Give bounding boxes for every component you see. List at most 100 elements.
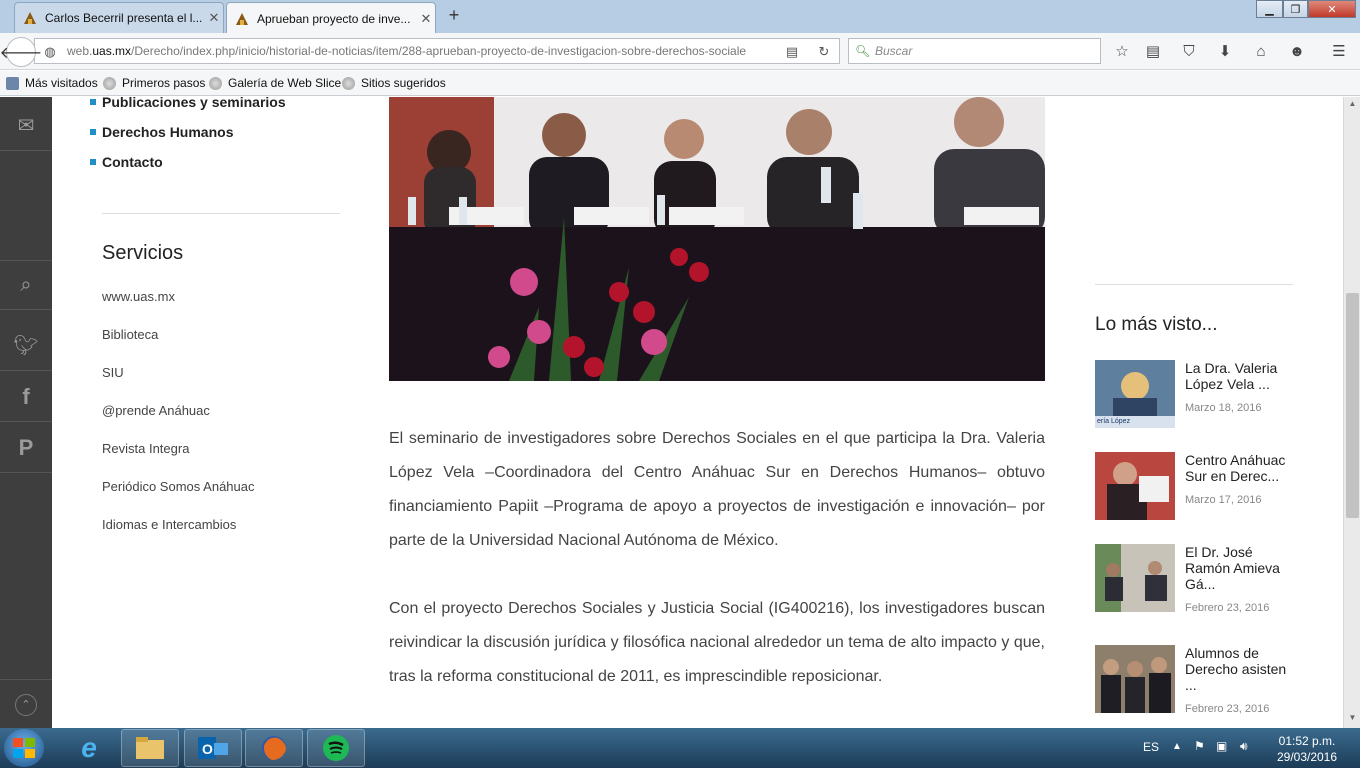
article-photo	[389, 97, 1045, 381]
back-button[interactable]: 🡐	[0, 37, 42, 67]
outlook-icon[interactable]: O	[184, 729, 242, 767]
twitter-icon[interactable]: 🐦︎	[0, 321, 52, 371]
news-thumbnail	[1095, 544, 1175, 612]
bullet-icon	[90, 159, 96, 165]
home-icon[interactable]: ⌂	[1251, 41, 1271, 61]
downloads-icon[interactable]: ⬇	[1215, 41, 1235, 61]
url-text: web.uas.mx/Derecho/index.php/inicio/hist…	[67, 44, 747, 58]
divider	[1095, 284, 1293, 285]
vertical-scrollbar[interactable]: ▲ ▼	[1343, 97, 1360, 728]
bookmark-sitios-sugeridos[interactable]: Sitios sugeridos	[342, 76, 446, 90]
tab-aprueban-proyecto[interactable]: Aprueban proyecto de inve... ✕	[226, 2, 436, 34]
site-favicon-icon	[23, 11, 37, 25]
bookmark-star-icon[interactable]: ☆	[1112, 41, 1132, 61]
bookmark-primeros-pasos[interactable]: Primeros pasos	[103, 76, 205, 90]
reload-icon[interactable]: ↻	[815, 43, 833, 61]
start-button[interactable]	[4, 729, 44, 767]
new-tab-button[interactable]: +	[444, 5, 464, 26]
facebook-icon[interactable]: f	[0, 372, 52, 422]
globe-icon	[209, 76, 222, 90]
menu-item-publicaciones[interactable]: Publicaciones y seminarios	[90, 97, 286, 110]
most-viewed-heading: Lo más visto...	[1095, 314, 1218, 335]
search-placeholder: Buscar	[875, 44, 913, 58]
clock-time: 01:52 p.m.	[1278, 734, 1336, 748]
social-sidebar: ✉ ⌕ 🐦︎ f P ⌃	[0, 97, 52, 728]
clock-date: 29/03/2016	[1276, 750, 1338, 764]
hamburger-menu-icon[interactable]: ☰	[1329, 41, 1349, 61]
search-engine-icon: 🔍︎	[855, 44, 871, 58]
bullet-icon	[90, 129, 96, 135]
scrollbar-thumb[interactable]	[1346, 293, 1359, 518]
globe-icon	[342, 76, 355, 90]
file-explorer-icon[interactable]	[121, 729, 179, 767]
show-hidden-icons-icon[interactable]: ▲	[1172, 741, 1182, 752]
news-thumbnail: ería López	[1095, 360, 1175, 428]
service-link[interactable]: @prende Anáhuac	[102, 403, 210, 418]
tab-title: Aprueban proyecto de inve...	[257, 11, 411, 26]
scroll-up-icon[interactable]: ▲	[1344, 99, 1360, 108]
site-identity-icon[interactable]: ◍	[41, 43, 59, 61]
news-title: Alumnos de Derecho asisten ...	[1185, 645, 1287, 693]
network-icon[interactable]: ▣	[1216, 739, 1227, 753]
article-paragraph: El seminario de investigadores sobre Der…	[389, 430, 1045, 549]
tab-strip: Carlos Becerril presenta el l... ✕ Aprue…	[0, 0, 1360, 34]
news-title: El Dr. José Ramón Amieva Gá...	[1185, 544, 1280, 592]
news-thumbnail	[1095, 452, 1175, 520]
social-spacer	[0, 154, 52, 204]
close-tab-icon[interactable]: ✕	[417, 11, 435, 27]
service-link[interactable]: Periódico Somos Anáhuac	[102, 479, 254, 494]
minimize-window-button[interactable]: ▁	[1256, 0, 1283, 18]
svg-text:O: O	[202, 741, 213, 757]
article-body: El seminario de investigadores sobre Der…	[389, 422, 1045, 728]
search-icon[interactable]: ⌕	[0, 260, 52, 310]
bookmark-mas-visitados[interactable]: Más visitados	[6, 76, 98, 90]
close-window-button[interactable]: ✕	[1308, 0, 1356, 18]
service-link[interactable]: SIU	[102, 365, 124, 380]
thumb-caption: ería López	[1097, 418, 1131, 425]
pinterest-icon[interactable]: P	[0, 423, 52, 473]
reader-view-icon[interactable]: ▤	[783, 43, 801, 61]
bookmarks-folder-icon	[6, 76, 19, 90]
news-date: Febrero 23, 2016	[1185, 602, 1270, 614]
menu-item-contacto[interactable]: Contacto	[90, 154, 163, 170]
address-bar[interactable]: ◍ web.uas.mx/Derecho/index.php/inicio/hi…	[34, 38, 840, 64]
hello-chat-icon[interactable]: ☻	[1287, 41, 1307, 61]
clock[interactable]: 01:52 p.m. 29/03/2016	[1276, 733, 1338, 765]
internet-explorer-icon[interactable]: e	[60, 729, 118, 767]
email-icon[interactable]: ✉	[0, 101, 52, 151]
services-heading: Servicios	[102, 242, 184, 264]
back-arrow-icon: 🡐	[0, 44, 43, 62]
bookmark-web-slice[interactable]: Galería de Web Slice	[209, 76, 341, 90]
news-title: Centro Anáhuac Sur en Derec...	[1185, 452, 1286, 484]
article-paragraph: Con el proyecto Derechos Sociales y Just…	[389, 600, 1045, 685]
bullet-icon	[90, 99, 96, 105]
tab-carlos-becerril[interactable]: Carlos Becerril presenta el l... ✕	[14, 2, 224, 33]
service-link[interactable]: Idiomas e Intercambios	[102, 517, 236, 532]
service-link[interactable]: Revista Integra	[102, 441, 189, 456]
news-date: Marzo 18, 2016	[1185, 402, 1262, 414]
firefox-icon[interactable]	[245, 729, 303, 767]
windows-logo-icon	[13, 738, 35, 758]
globe-icon	[103, 76, 116, 90]
volume-icon[interactable]: 🔊︎	[1240, 739, 1248, 754]
service-link[interactable]: Biblioteca	[102, 327, 158, 342]
pocket-icon[interactable]: ⛉	[1179, 41, 1199, 61]
bookmarks-menu-icon[interactable]: ▤	[1143, 41, 1163, 61]
windows-taskbar: e O ES ▲ ⚑ ▣ 🔊︎ 01:52 p.m. 29/03/2016	[0, 728, 1360, 768]
scroll-top-icon[interactable]: ⌃	[0, 679, 52, 728]
language-indicator[interactable]: ES	[1143, 740, 1159, 754]
divider	[102, 213, 340, 214]
news-date: Febrero 23, 2016	[1185, 703, 1270, 715]
navigation-toolbar: ◍ web.uas.mx/Derecho/index.php/inicio/hi…	[0, 33, 1360, 70]
restore-window-button[interactable]: ❐	[1283, 0, 1308, 18]
close-tab-icon[interactable]: ✕	[205, 10, 223, 26]
site-favicon-icon	[235, 12, 249, 26]
flag-icon[interactable]: ⚑	[1194, 739, 1205, 753]
spotify-icon[interactable]	[307, 729, 365, 767]
news-date: Marzo 17, 2016	[1185, 494, 1262, 506]
search-input[interactable]: 🔍︎ Buscar	[848, 38, 1101, 64]
menu-item-derechos-humanos[interactable]: Derechos Humanos	[90, 124, 233, 140]
scroll-down-icon[interactable]: ▼	[1344, 713, 1360, 722]
news-thumbnail	[1095, 645, 1175, 713]
service-link[interactable]: www.uas.mx	[102, 289, 175, 304]
